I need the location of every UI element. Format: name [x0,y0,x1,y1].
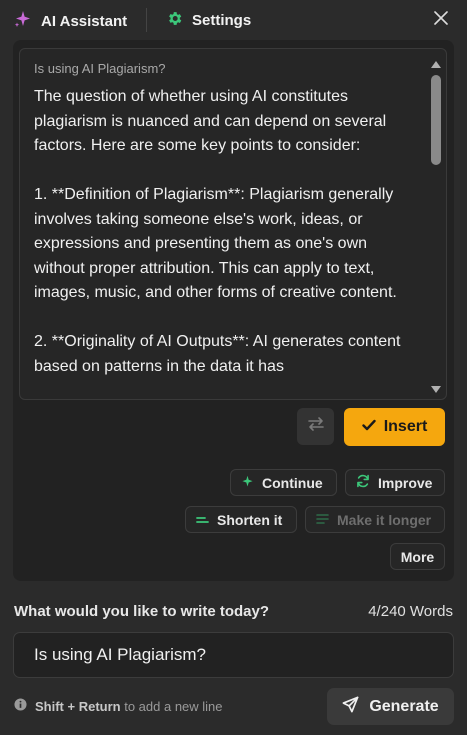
swap-button[interactable] [297,408,334,445]
swap-arrows-icon [307,416,325,437]
insert-button[interactable]: Insert [344,408,445,446]
short-lines-icon [196,512,209,528]
scroll-up-arrow-icon[interactable] [430,57,442,68]
refresh-icon [356,474,370,491]
tab-settings-label: Settings [192,12,252,29]
continue-button[interactable]: Continue [230,469,337,496]
response-panel: Is using AI Plagiarism? The question of … [13,40,454,581]
prompt-input[interactable] [13,632,454,678]
scrollbar-thumb[interactable] [431,75,441,165]
sparkle-icon [14,10,32,32]
hint-description: to add a new line [124,698,223,714]
more-label: More [400,548,435,565]
tab-ai-assistant[interactable]: AI Assistant [14,10,127,32]
sparkle-icon [241,475,254,491]
insert-label: Insert [383,418,428,435]
tab-settings[interactable]: Settings [166,10,251,31]
shorten-label: Shorten it [217,511,283,528]
info-icon [14,698,27,714]
improve-button[interactable]: Improve [345,469,445,496]
scrollbar[interactable] [426,49,446,399]
close-button[interactable] [431,10,451,30]
generate-button[interactable]: Generate [327,688,454,725]
checkmark-icon [362,418,376,436]
tab-ai-assistant-label: AI Assistant [41,12,128,30]
gear-icon [166,10,183,31]
hint: Shift + Return to add a new line [14,698,223,714]
response-text: The question of whether using AI constit… [34,88,401,375]
long-lines-icon [316,512,329,528]
improve-label: Improve [378,474,433,491]
word-count: 4/240 Words [368,603,453,620]
shorten-button[interactable]: Shorten it [185,506,297,533]
close-icon [434,10,448,30]
scroll-down-arrow-icon[interactable] [430,381,442,393]
make-longer-label: Make it longer [337,511,432,528]
hint-keys: Shift + Return [35,698,121,714]
response-query: Is using AI Plagiarism? [34,61,166,76]
send-icon [342,696,359,718]
header: AI Assistant Settings [0,0,467,40]
header-divider [146,8,147,32]
more-button[interactable]: More [390,543,445,570]
continue-label: Continue [262,474,323,491]
response-box: Is using AI Plagiarism? The question of … [19,48,447,400]
prompt-label: What would you like to write today? [14,603,270,620]
generate-label: Generate [369,697,439,715]
hint-text: Shift + Return to add a new line [35,699,223,714]
make-longer-button[interactable]: Make it longer [305,506,445,533]
